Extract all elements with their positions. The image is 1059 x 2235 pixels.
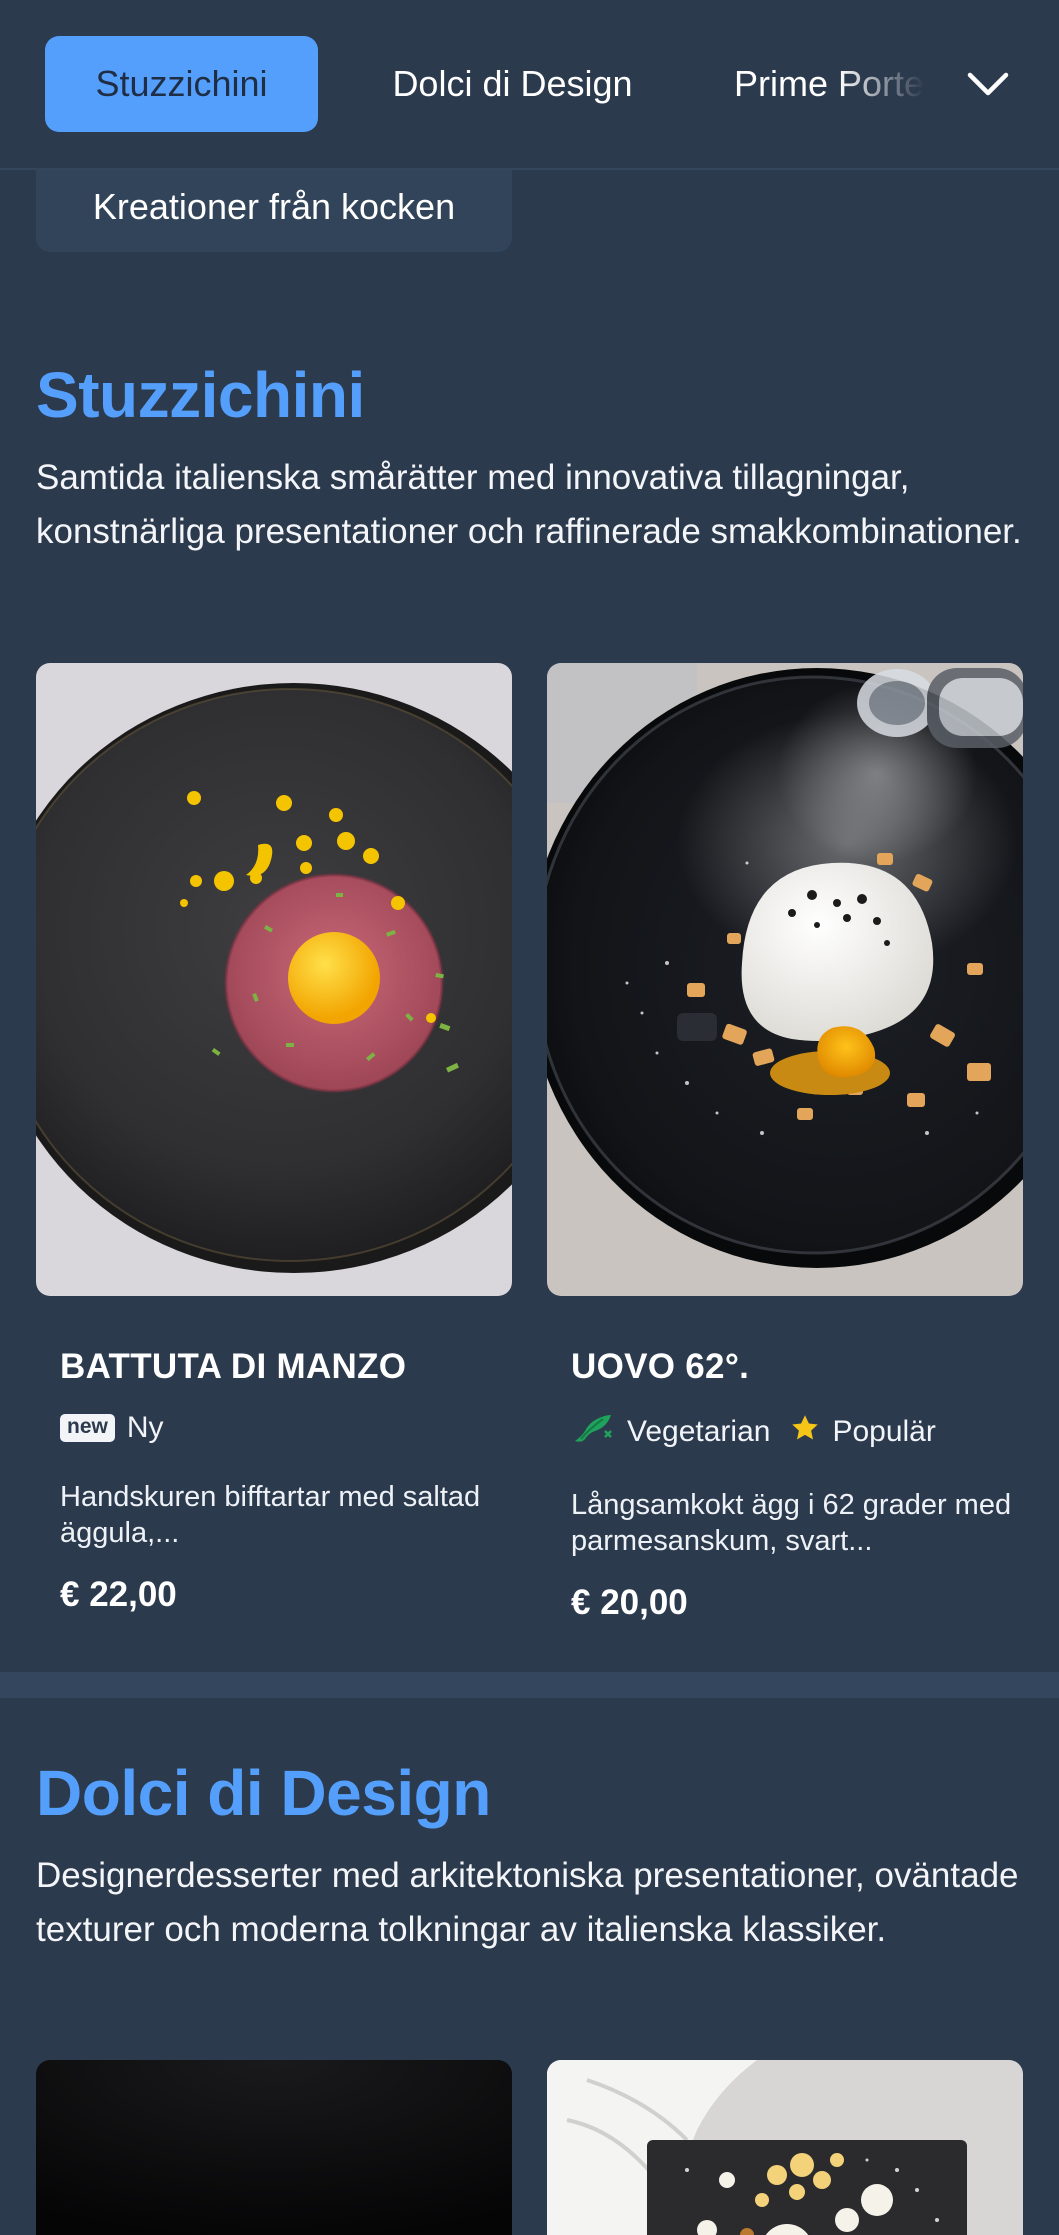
tab-label: Stuzzichini <box>95 63 268 104</box>
tag-label: Populär <box>832 1415 936 1448</box>
section-description-stuzzichini: Samtida italienska smårätter med innovat… <box>36 458 1022 551</box>
section-title-dolci-di-design: Dolci di Design <box>36 1757 491 1829</box>
tag-label: Ny <box>126 1411 164 1444</box>
dish-card-uovo-62[interactable]: UOVO 62°. Vegetarian Populär Långsamkokt… <box>571 1347 1047 1623</box>
tab-label: Dolci di Design <box>392 63 633 104</box>
dish-price: € 20,00 <box>571 1583 688 1622</box>
tab-label: Prime Porte <box>734 63 925 104</box>
tab-prime-porte[interactable]: Prime Porte <box>734 36 974 132</box>
tab-dolci-di-design[interactable]: Dolci di Design <box>355 36 670 132</box>
category-nav: Stuzzichini Dolci di Design Prime Porte <box>0 0 1059 170</box>
new-badge: new <box>60 1414 115 1442</box>
section-title-stuzzichini: Stuzzichini <box>36 359 365 431</box>
section-description-dolci-di-design: Designerdesserter med arkitektoniska pre… <box>36 1856 1019 1949</box>
star-icon <box>790 1413 820 1451</box>
dish-price: € 22,00 <box>60 1575 177 1614</box>
chef-creations-label: Kreationer från kocken <box>92 186 456 227</box>
dish-image-battuta-di-manzo[interactable] <box>36 663 512 1296</box>
dish-description: Långsamkokt ägg i 62 grader med parmesan… <box>571 1489 1012 1557</box>
tab-stuzzichini[interactable]: Stuzzichini <box>45 36 318 132</box>
dish-image-dolci-1[interactable] <box>36 2060 512 2235</box>
category-tabs: Stuzzichini Dolci di Design Prime Porte <box>0 0 1059 168</box>
tag-vegetarian: Vegetarian <box>571 1411 770 1453</box>
section-divider <box>0 1672 1059 1698</box>
dish-image-uovo-62[interactable] <box>547 663 1023 1296</box>
dish-tags: new Ny <box>60 1411 536 1445</box>
dish-tags: Vegetarian Populär <box>571 1411 1047 1453</box>
dish-name: UOVO 62°. <box>571 1347 750 1386</box>
vegetarian-icon <box>571 1411 615 1453</box>
dish-description: Handskuren bifftartar med saltad äggula,… <box>60 1481 481 1549</box>
dish-image-dolci-2[interactable] <box>547 2060 1023 2235</box>
tag-label: Vegetarian <box>627 1415 771 1448</box>
tag-popular: Populär <box>790 1413 936 1451</box>
dish-name: BATTUTA DI MANZO <box>60 1347 407 1386</box>
tag-new: new Ny <box>60 1411 164 1445</box>
chef-creations-link[interactable]: Kreationer från kocken <box>36 162 512 252</box>
chevron-down-icon[interactable] <box>963 62 1013 106</box>
dish-card-battuta-di-manzo[interactable]: BATTUTA DI MANZO new Ny Handskuren bifft… <box>60 1347 536 1615</box>
